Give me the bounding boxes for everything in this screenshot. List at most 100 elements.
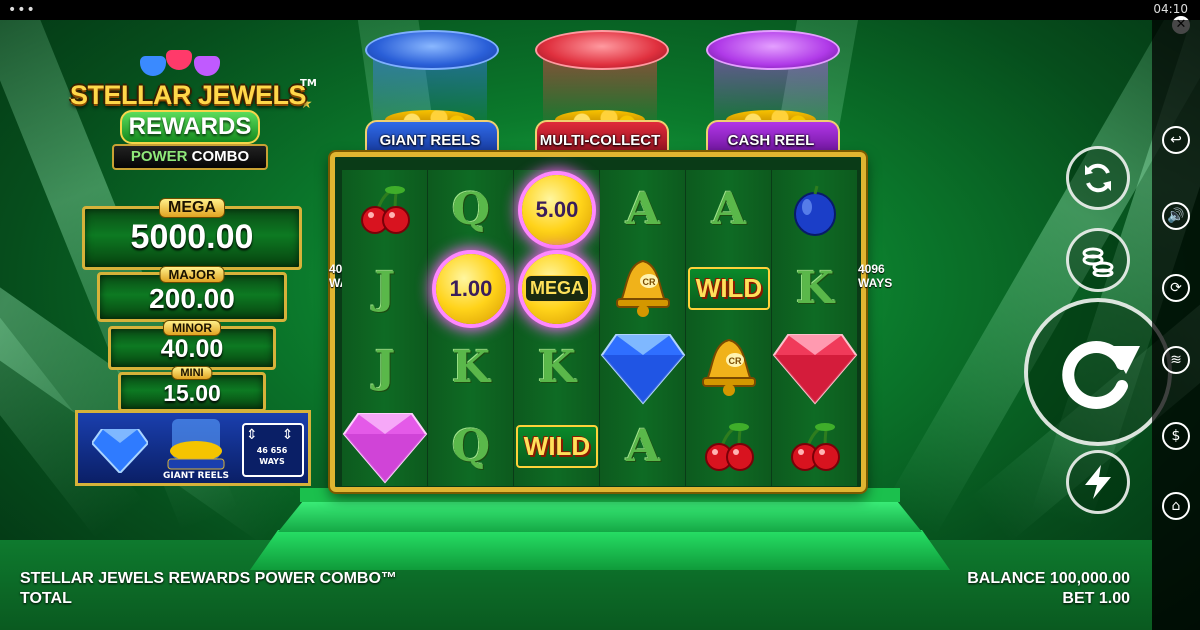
letter-k-symbol: K <box>451 342 491 393</box>
reel-cell: A <box>600 170 686 249</box>
reel-cell: K <box>428 328 514 407</box>
bet-button[interactable] <box>1066 228 1130 292</box>
reel-cell: J <box>342 328 428 407</box>
reel-cell: WILD <box>514 407 600 486</box>
tube-label: GIANT REELS <box>379 132 481 149</box>
logo-power-combo: POWER COMBO <box>112 144 268 170</box>
jackpot-mega: MEGA 5000.00 <box>82 198 302 270</box>
coin-value: 5.00 <box>535 196 579 222</box>
home-icon[interactable]: ⌂ <box>1162 492 1190 520</box>
clock: 04:10 <box>1153 2 1188 16</box>
reel-cell: CR <box>686 328 772 407</box>
jackpot-label: MAJOR <box>159 266 225 283</box>
jackpot-value: 15.00 <box>163 380 221 406</box>
cherry-icon <box>705 422 754 471</box>
reel-cell: MEGA <box>514 249 600 328</box>
bell-icon: CR <box>702 338 756 396</box>
trademark: TM <box>300 78 317 89</box>
logo-combo: COMBO <box>191 148 250 165</box>
reel-cell: Q <box>428 407 514 486</box>
jackpot-major: MAJOR 200.00 <box>97 266 287 322</box>
reel-cell <box>342 407 428 486</box>
reel-cell <box>772 407 858 486</box>
jackpot-label: MINI <box>171 366 213 380</box>
jackpot-label: MINOR <box>163 320 221 336</box>
tube-label: MULTI-COLLECT <box>539 132 661 149</box>
svg-text:CR: CR <box>643 277 656 287</box>
logo-title: STELLAR JEWELS <box>69 80 307 110</box>
blue-diamond-icon <box>600 333 686 405</box>
balance-display: BALANCE 100,000.00 <box>967 570 1130 587</box>
reel-cell: WILD <box>686 249 772 328</box>
letter-q-symbol: Q <box>451 421 491 472</box>
game-name: STELLAR JEWELS REWARDS POWER COMBO™ <box>20 570 397 587</box>
status-bar: ••• 04:10 <box>0 0 1200 20</box>
reel-cell: A <box>600 407 686 486</box>
jackpot-value: 200.00 <box>149 283 235 314</box>
reel-cell: Q <box>428 170 514 249</box>
coin-text: MEGA <box>525 275 589 302</box>
jackpot-minor: MINOR 40.00 <box>108 320 276 370</box>
logo-gem-icon <box>140 56 166 76</box>
ways-text: 46 656 WAYS <box>256 446 288 466</box>
jackpot-mini: MINI 15.00 <box>118 366 266 412</box>
cash-coin-symbol: MEGA <box>522 253 592 324</box>
reel-cell: CR <box>600 249 686 328</box>
coins-icon[interactable]: ≋ <box>1162 346 1190 374</box>
cherry-icon <box>791 422 840 471</box>
game-logo: ★ ★ STELLAR JEWELS TM REWARDS POWER COMB… <box>68 50 317 172</box>
reel-cell <box>600 328 686 407</box>
logo-gem-icon <box>194 56 220 76</box>
cherry-icon <box>361 185 410 234</box>
back-icon[interactable]: ↩ <box>1162 126 1190 154</box>
red-diamond-icon <box>772 333 858 405</box>
jackpot-label: MEGA <box>159 198 225 218</box>
turbo-icon <box>1085 465 1111 499</box>
autoplay-button[interactable] <box>1066 146 1130 210</box>
letter-a-symbol: A <box>625 421 661 472</box>
bet-display: BET 1.00 <box>1062 590 1130 607</box>
arrows-icon: ⇕⇕ <box>246 427 318 443</box>
paytable-icon[interactable]: $ <box>1162 422 1190 450</box>
feature-info-panel: GIANT REELS ⇕⇕ 46 656 WAYS <box>75 410 311 486</box>
reel-cell: K <box>772 249 858 328</box>
giant-reels-tube-icon <box>167 419 225 470</box>
coin-value: 1.00 <box>449 275 493 301</box>
side-menu: ↩ 🔊 ⟳ ≋ $ ⌂ <box>1152 20 1200 630</box>
wild-symbol: WILD <box>515 425 599 468</box>
letter-k-symbol: K <box>537 342 577 393</box>
cash-coin-symbol: 5.00 <box>522 174 592 245</box>
sound-icon[interactable]: 🔊 <box>1162 202 1190 230</box>
menu-dots-icon[interactable]: ••• <box>8 2 36 18</box>
autoplay-icon[interactable]: ⟳ <box>1162 274 1190 302</box>
feature-giant-reels-label: GIANT REELS <box>163 471 229 481</box>
turbo-button[interactable] <box>1066 450 1130 514</box>
letter-a-symbol: A <box>625 184 661 235</box>
reel-cell: K <box>514 328 600 407</box>
ways-badge: ⇕⇕ 46 656 WAYS <box>242 423 304 477</box>
ways-indicator-right: 4096 WAYS <box>858 262 893 290</box>
logo-rewards: REWARDS <box>120 110 260 144</box>
letter-j-symbol: J <box>374 263 396 314</box>
tube-cash-reel: CASH REEL <box>706 24 840 164</box>
ways-indicator-left: 4096 WAYS <box>329 262 363 290</box>
tube-multi-collect: MULTI-COLLECT <box>535 24 669 164</box>
jackpot-value: 40.00 <box>160 335 224 363</box>
reel-cell: J <box>342 249 428 328</box>
total-label: TOTAL <box>20 590 72 607</box>
letter-j-symbol: J <box>374 342 396 393</box>
reel-cell: 1.00 <box>428 249 514 328</box>
bet-coins-icon <box>1082 247 1114 277</box>
autoplay-icon <box>1085 163 1111 193</box>
svg-text:CR: CR <box>729 356 742 366</box>
blue-diamond-icon <box>92 429 148 473</box>
spin-button[interactable] <box>1024 298 1172 446</box>
letter-a-symbol: A <box>711 184 747 235</box>
logo-gem-icon <box>166 50 192 70</box>
reel-cell <box>342 170 428 249</box>
reel-cell <box>772 328 858 407</box>
tube-giant-reels: GIANT REELS <box>365 24 499 164</box>
tube-label: CASH REEL <box>727 132 815 149</box>
letter-q-symbol: Q <box>451 184 491 235</box>
reel-cell: A <box>686 170 772 249</box>
